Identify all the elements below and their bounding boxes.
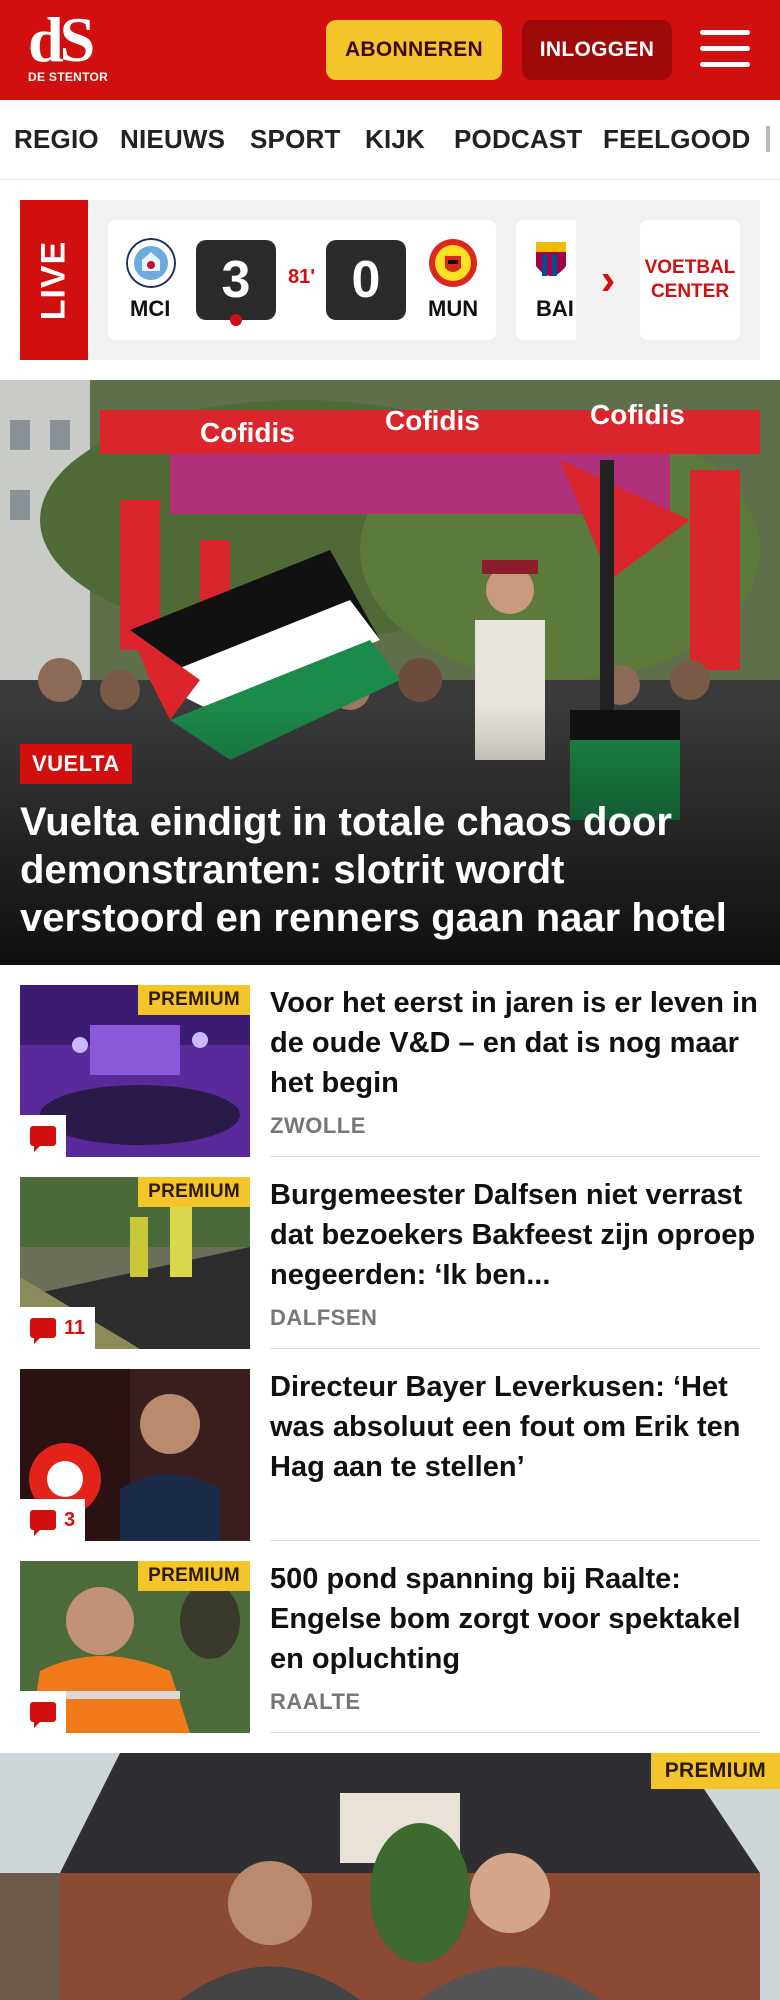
mci-crest-icon: [126, 238, 176, 288]
match-minute: 81': [288, 266, 316, 288]
premium-badge: PREMIUM: [650, 1753, 780, 1789]
subscribe-button[interactable]: ABONNEREN: [326, 20, 502, 80]
article-title[interactable]: Voor het eerst in jaren is er leven in d…: [270, 983, 760, 1103]
login-button[interactable]: INLOGGEN: [522, 20, 672, 80]
site-logo[interactable]: dS DE STENTOR: [28, 4, 118, 88]
svg-text:Cofidis: Cofidis: [200, 417, 295, 448]
away-team-code: MUN: [428, 296, 479, 321]
nav-item-podcast[interactable]: PODCAST: [454, 124, 583, 155]
feature-image: [0, 1753, 780, 2000]
main-nav: REGIO NIEUWS SPORT KIJK PODCAST FEELGOOD: [0, 100, 780, 180]
nav-item-regio[interactable]: REGIO: [14, 124, 99, 155]
away-score: 0: [326, 240, 406, 320]
mun-crest-icon: [429, 239, 477, 287]
article-title[interactable]: Burgemeester Dalfsen niet verrast dat be…: [270, 1175, 760, 1295]
home-score: 3: [196, 240, 276, 320]
list-item[interactable]: PREMIUM Voor het eerst in jaren is er le…: [20, 965, 760, 1157]
comments-count[interactable]: [20, 1691, 66, 1733]
article-title[interactable]: Directeur Bayer Leverkusen: ‘Het was abs…: [270, 1367, 760, 1487]
site-header: dS DE STENTOR ABONNEREN INLOGGEN: [0, 0, 780, 100]
premium-badge: PREMIUM: [138, 985, 250, 1015]
logo-subtitle: DE STENTOR: [28, 70, 109, 84]
list-item[interactable]: PREMIUM 11 Burgemeester Dalfsen niet ver…: [20, 1157, 760, 1349]
divider: [270, 1732, 760, 1733]
live-scores-bar: LIVE MCI 3 81' 0 MUN BAI › VOETBAL CENTE…: [20, 200, 760, 360]
nav-item-kijk[interactable]: KIJK: [365, 124, 425, 155]
nav-overflow-item[interactable]: [766, 126, 770, 152]
hero-article[interactable]: Cofidis Cofidis Cofidis VUELTA Vuelta ei…: [0, 380, 780, 965]
list-item[interactable]: PREMIUM 500 pond spanning bij Raalte: En…: [20, 1541, 760, 1733]
svg-text:Cofidis: Cofidis: [590, 399, 685, 430]
home-team-code: MCI: [130, 296, 171, 321]
voetbal-center-link[interactable]: VOETBAL CENTER: [640, 220, 740, 340]
chevron-right-icon[interactable]: ›: [588, 258, 628, 302]
svg-text:Cofidis: Cofidis: [385, 405, 480, 436]
hero-headline[interactable]: Vuelta eindigt in totale chaos door demo…: [20, 798, 760, 942]
logo-mark: dS: [28, 4, 95, 75]
comments-count[interactable]: 11: [20, 1307, 96, 1349]
comments-count[interactable]: [20, 1115, 66, 1157]
premium-badge: PREMIUM: [138, 1177, 250, 1207]
article-location: DALFSEN: [270, 1305, 378, 1330]
fcb-crest-icon: [536, 242, 566, 276]
comment-icon: [30, 1702, 56, 1728]
article-thumbnail: PREMIUM 11: [20, 1177, 250, 1349]
hero-category-tag: VUELTA: [20, 744, 132, 784]
article-thumbnail: 3: [20, 1369, 250, 1541]
article-title[interactable]: 500 pond spanning bij Raalte: Engelse bo…: [270, 1559, 760, 1679]
menu-icon[interactable]: [700, 28, 752, 70]
article-thumbnail: PREMIUM: [20, 1561, 250, 1733]
nav-item-feelgood[interactable]: FEELGOOD: [603, 124, 751, 155]
comment-icon: [30, 1510, 56, 1536]
next-home-team-code: BAI: [536, 296, 574, 321]
comments-count[interactable]: 3: [20, 1499, 86, 1541]
nav-item-sport[interactable]: SPORT: [250, 124, 341, 155]
comment-icon: [30, 1126, 56, 1152]
article-location: ZWOLLE: [270, 1113, 366, 1138]
article-thumbnail: PREMIUM: [20, 985, 250, 1157]
list-item[interactable]: 3 Directeur Bayer Leverkusen: ‘Het was a…: [20, 1349, 760, 1541]
nav-item-nieuws[interactable]: NIEUWS: [120, 124, 225, 155]
next-match-card[interactable]: BAI: [516, 220, 576, 340]
premium-badge: PREMIUM: [138, 1561, 250, 1591]
live-label: LIVE: [20, 200, 88, 360]
comment-icon: [30, 1318, 56, 1344]
live-indicator-dot: [230, 314, 242, 326]
feature-article[interactable]: PREMIUM: [0, 1753, 780, 2000]
live-match-card[interactable]: MCI 3 81' 0 MUN: [108, 220, 496, 340]
article-location: RAALTE: [270, 1689, 361, 1714]
